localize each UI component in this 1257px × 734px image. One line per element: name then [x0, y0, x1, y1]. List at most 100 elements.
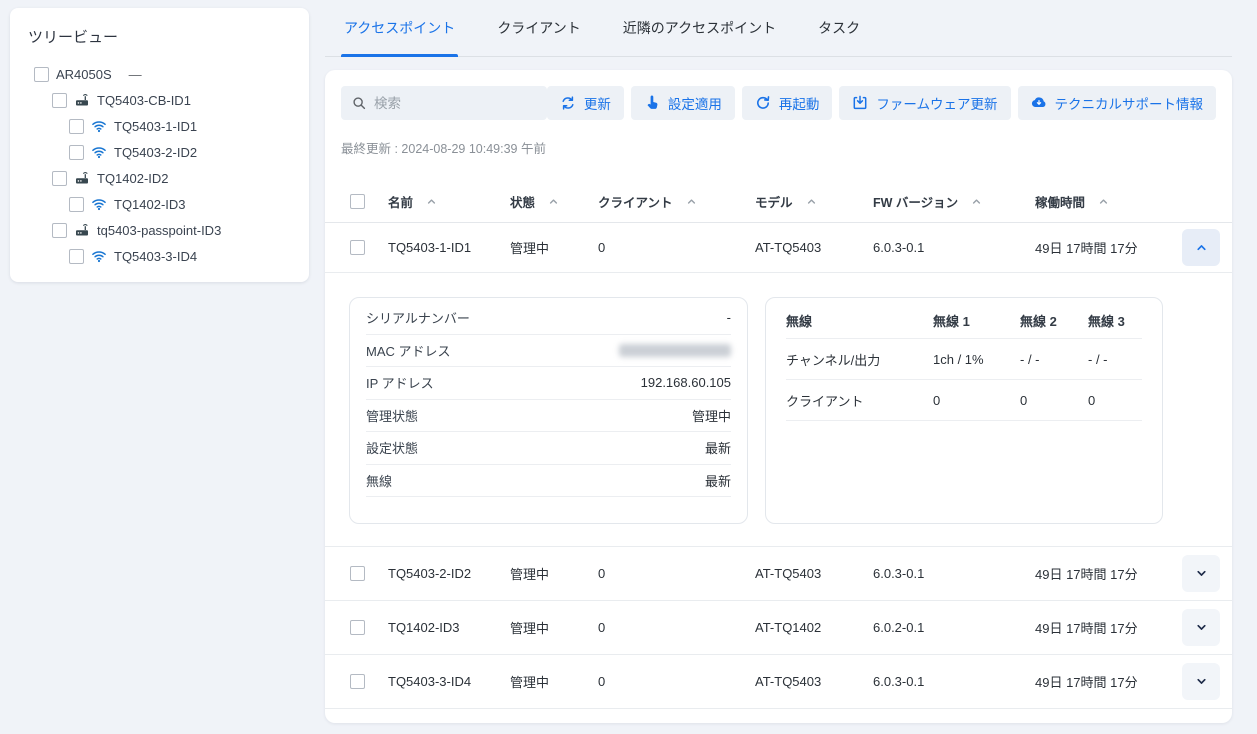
toolbar-buttons: 更新 設定適用再起動ファームウェア更新テクニカルサポート情報 [547, 86, 1216, 120]
radio-value-cell: - / - [1088, 339, 1142, 380]
column-header-2[interactable]: クライアント [598, 192, 755, 211]
device-tree: AR4050S—TQ5403-CB-ID1TQ5403-1-ID1TQ5403-… [28, 61, 291, 269]
table-row-tq5403-1-id1: TQ5403-1-ID1管理中0AT-TQ54036.0.3-0.149日 17… [325, 223, 1232, 273]
tech-support-button[interactable]: テクニカルサポート情報 [1018, 86, 1217, 120]
search-box [341, 86, 547, 120]
radio-header-cell: 無線 [786, 302, 933, 339]
select-all-checkbox[interactable] [350, 194, 365, 209]
tab-bar: アクセスポイントクライアント近隣のアクセスポイントタスク [325, 0, 1232, 57]
row-checkbox[interactable] [350, 566, 365, 581]
row-checkbox-cell [325, 566, 388, 581]
column-header-label: 稼働時間 [1035, 192, 1085, 211]
refresh-button[interactable]: 更新 [547, 86, 624, 120]
expand-row-button[interactable] [1182, 663, 1220, 700]
tree-checkbox[interactable] [69, 197, 84, 212]
tree-checkbox[interactable] [69, 249, 84, 264]
chevron-down-icon [1194, 674, 1209, 689]
cell-name: TQ1402-ID3 [388, 620, 510, 635]
cell-fw: 6.0.3-0.1 [873, 240, 1035, 255]
wifi-icon [91, 144, 107, 160]
info-label: 管理状態 [366, 406, 418, 425]
reboot-button[interactable]: 再起動 [742, 86, 833, 120]
expand-row-button[interactable] [1182, 609, 1220, 646]
router-icon [74, 222, 90, 238]
column-header-5[interactable]: 稼働時間 [1035, 192, 1159, 211]
tree-item-tq5403-passpoint-id3[interactable]: tq5403-passpoint-ID3 [28, 217, 291, 243]
touch-icon [644, 95, 660, 111]
tree-checkbox[interactable] [52, 93, 67, 108]
table-row-tq5403-2-id2: TQ5403-2-ID2管理中0AT-TQ54036.0.3-0.149日 17… [325, 547, 1232, 601]
tree-item-tq5403-1-id1[interactable]: TQ5403-1-ID1 [28, 113, 291, 139]
table-header-row: 名前状態クライアントモデル FW バージョン稼働時間 [325, 181, 1232, 223]
chevron-down-icon [1194, 566, 1209, 581]
search-input[interactable] [374, 96, 536, 111]
expand-row-button[interactable] [1182, 555, 1220, 592]
tree-checkbox[interactable] [52, 171, 67, 186]
info-value: - [727, 310, 731, 325]
radio-header-cell: 無線 1 [933, 302, 1020, 339]
cell-name: TQ5403-1-ID1 [388, 240, 510, 255]
radio-header-cell: 無線 3 [1088, 302, 1142, 339]
column-header-label: モデル [755, 192, 793, 211]
access-points-table: 名前状態クライアントモデルFW バージョン稼働時間 TQ5403-1-ID1管理… [325, 181, 1232, 709]
info-row: 設定状態最新 [366, 432, 731, 465]
row-checkbox[interactable] [350, 620, 365, 635]
info-value: 192.168.60.105 [641, 375, 731, 390]
expand-cell [1159, 609, 1232, 646]
tree-item-root[interactable]: AR4050S— [28, 61, 291, 87]
apply-config-button-label: 設定適用 [668, 93, 722, 113]
sort-asc-icon [548, 196, 559, 207]
table-row-tq5403-3-id4: TQ5403-3-ID4管理中0AT-TQ54036.0.3-0.149日 17… [325, 655, 1232, 709]
column-header-4[interactable]: FW バージョン [873, 192, 1035, 211]
row-checkbox-cell [325, 240, 388, 255]
column-header-3[interactable]: モデル [755, 192, 873, 211]
router-icon [74, 92, 90, 108]
wifi-icon [91, 248, 107, 264]
sort-asc-icon [971, 196, 982, 207]
row-checkbox[interactable] [350, 674, 365, 689]
tree-item-tq5403-3-id4[interactable]: TQ5403-3-ID4 [28, 243, 291, 269]
radio-value-cell: - / - [1020, 339, 1088, 380]
cell-status: 管理中 [510, 564, 598, 583]
tab-tasks[interactable]: タスク [815, 0, 863, 56]
cell-fw: 6.0.2-0.1 [873, 620, 1035, 635]
sort-asc-icon [686, 196, 697, 207]
cell-fw: 6.0.3-0.1 [873, 566, 1035, 581]
tree-checkbox[interactable] [69, 145, 84, 160]
chevron-up-icon [1194, 240, 1209, 255]
row-checkbox[interactable] [350, 240, 365, 255]
table-row-tq1402-id3: TQ1402-ID3管理中0AT-TQ14026.0.2-0.149日 17時間… [325, 601, 1232, 655]
info-label: シリアルナンバー [366, 308, 470, 327]
sort-asc-icon [1098, 196, 1109, 207]
tree-item-tq5403-2-id2[interactable]: TQ5403-2-ID2 [28, 139, 291, 165]
radio-value-cell: 0 [1088, 380, 1142, 421]
last-updated-text: 最終更新 : 2024-08-29 10:49:39 午前 [341, 138, 1216, 157]
tree-item-tq1402-id3[interactable]: TQ1402-ID3 [28, 191, 291, 217]
device-info-card: シリアルナンバー-MAC アドレスIP アドレス192.168.60.105管理… [349, 297, 748, 524]
tree-item-tq5403-cb-id1[interactable]: TQ5403-CB-ID1 [28, 87, 291, 113]
tab-access-points[interactable]: アクセスポイント [341, 0, 458, 56]
tree-item-label: TQ1402-ID3 [114, 197, 186, 212]
sort-asc-icon [426, 196, 437, 207]
refresh-icon [560, 95, 576, 111]
column-header-1[interactable]: 状態 [510, 192, 598, 211]
tab-clients[interactable]: クライアント [494, 0, 583, 56]
cell-model: AT-TQ1402 [755, 620, 873, 635]
firmware-update-button[interactable]: ファームウェア更新 [839, 86, 1010, 120]
radio-row-label: チャンネル/出力 [786, 339, 933, 380]
radio-row-label: クライアント [786, 380, 933, 421]
tree-checkbox[interactable] [52, 223, 67, 238]
cell-clients: 0 [598, 240, 755, 255]
tree-checkbox[interactable] [69, 119, 84, 134]
cell-name: TQ5403-3-ID4 [388, 674, 510, 689]
column-header-0[interactable]: 名前 [388, 192, 510, 211]
tab-neighbor-aps[interactable]: 近隣のアクセスポイント [620, 0, 779, 56]
tree-item-tq1402-id2[interactable]: TQ1402-ID2 [28, 165, 291, 191]
collapse-row-button[interactable] [1182, 229, 1220, 266]
cell-model: AT-TQ5403 [755, 674, 873, 689]
info-value: 最新 [705, 471, 731, 490]
apply-config-button[interactable]: 設定適用 [631, 86, 735, 120]
tree-checkbox[interactable] [34, 67, 49, 82]
expand-cell [1159, 663, 1232, 700]
collapse-toggle[interactable]: — [129, 67, 142, 82]
